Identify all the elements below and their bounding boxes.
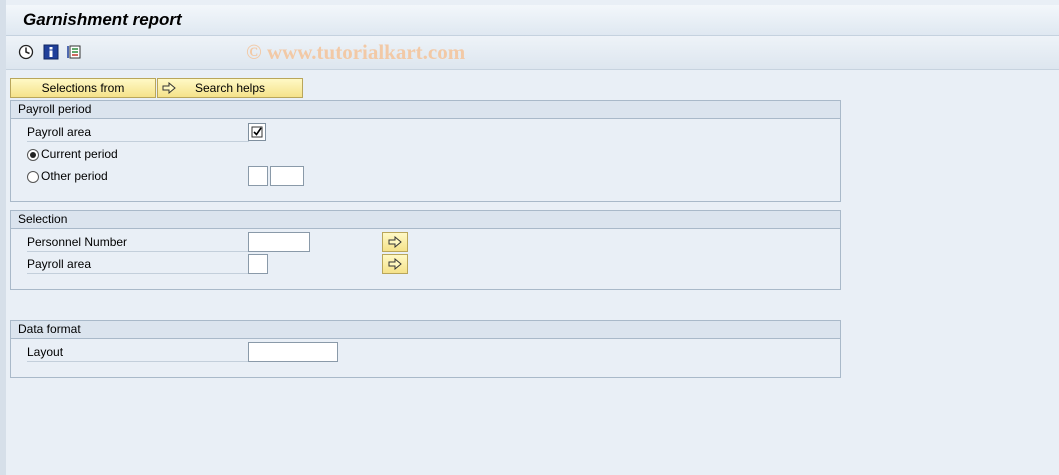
payroll-area-checkbox[interactable] [248, 123, 266, 141]
current-period-radio[interactable] [27, 149, 39, 161]
personnel-number-label: Personnel Number [27, 234, 249, 252]
personnel-number-multiple-selection-button[interactable] [382, 232, 408, 252]
search-helps-button[interactable]: Search helps [157, 78, 303, 98]
selection-payroll-area-label: Payroll area [27, 256, 249, 274]
selections-from-label: Selections from [41, 81, 125, 95]
arrow-right-icon [388, 236, 402, 248]
data-format-header: Data format [11, 321, 840, 339]
selection-group: Selection Personnel Number Payroll area [10, 210, 841, 290]
selections-from-button[interactable]: Selections from [10, 78, 156, 98]
other-period-period-field[interactable] [248, 166, 268, 186]
payroll-period-group: Payroll period Payroll area Current peri… [10, 100, 841, 202]
data-format-group: Data format Layout [10, 320, 841, 378]
page-title: Garnishment report [23, 10, 182, 29]
payroll-area-multiple-selection-button[interactable] [382, 254, 408, 274]
arrow-right-icon [162, 81, 176, 99]
application-toolbar: © www.tutorialkart.com [6, 36, 1059, 70]
layout-label: Layout [27, 344, 249, 362]
other-period-label: Other period [41, 169, 108, 183]
other-period-radio[interactable] [27, 171, 39, 183]
other-period-year-field[interactable] [270, 166, 304, 186]
personnel-number-input[interactable] [248, 232, 310, 252]
execute-icon[interactable] [17, 43, 34, 60]
title-bar: Garnishment report [6, 5, 1059, 36]
window-left-border [0, 0, 6, 475]
payroll-area-label: Payroll area [27, 124, 249, 142]
payroll-period-header: Payroll period [11, 101, 840, 119]
selection-header: Selection [11, 211, 840, 229]
search-helps-label: Search helps [194, 81, 266, 95]
current-period-label: Current period [41, 147, 118, 161]
selection-payroll-area-input[interactable] [248, 254, 268, 274]
watermark-text: © www.tutorialkart.com [246, 40, 466, 64]
get-variant-icon[interactable] [66, 43, 83, 60]
arrow-right-icon [388, 258, 402, 270]
layout-input[interactable] [248, 342, 338, 362]
info-icon[interactable] [42, 43, 59, 60]
